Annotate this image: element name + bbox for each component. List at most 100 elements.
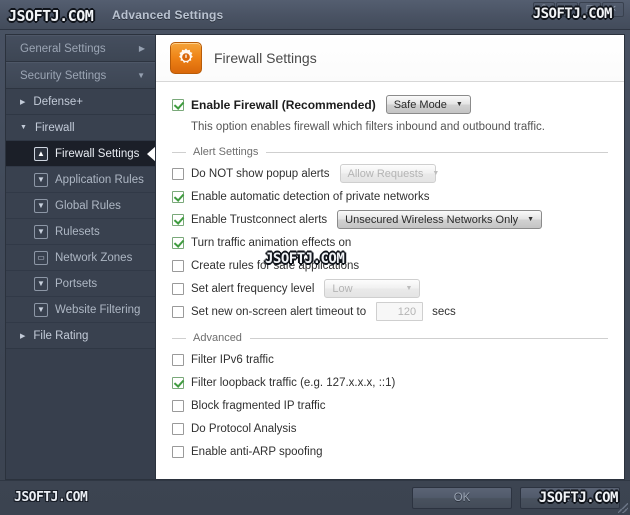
sidebar-item-label: Global Rules (55, 199, 121, 212)
chevron-right-icon: ▶ (20, 98, 26, 106)
filter-loopback-row: Filter loopback traffic (e.g. 127.x.x.x,… (156, 371, 624, 394)
create-rules-safe-apps-label: Create rules for safe applications (191, 259, 360, 272)
block-fragmented-ip-checkbox[interactable] (172, 399, 184, 412)
sidebar-group-firewall[interactable]: ▼ Firewall (6, 115, 155, 141)
separator-line (249, 337, 608, 339)
create-rules-safe-apps-checkbox[interactable] (172, 259, 184, 272)
auto-detect-private-networks-label: Enable automatic detection of private ne… (191, 190, 430, 203)
anti-arp-spoofing-label: Enable anti-ARP spoofing (191, 445, 323, 458)
chevron-down-icon: ▼ (432, 170, 440, 177)
filter-icon: ▼ (34, 224, 48, 239)
sidebar-item-label: Website Filtering (55, 303, 141, 316)
trustconnect-scope-dropdown[interactable]: Unsecured Wireless Networks Only ▼ (337, 210, 543, 229)
settings-panel: Firewall Settings Enable Firewall (Recom… (155, 34, 625, 480)
auto-detect-private-networks-checkbox[interactable] (172, 190, 184, 203)
block-fragmented-ip-label: Block fragmented IP traffic (191, 399, 326, 412)
block-fragmented-ip-row: Block fragmented IP traffic (156, 394, 624, 417)
maximize-button[interactable]: □ (579, 2, 601, 17)
sidebar-item-global-rules[interactable]: ▼ Global Rules (6, 193, 155, 219)
filter-ipv6-row: Filter IPv6 traffic (156, 348, 624, 371)
dialog-footer: OK Cancel (0, 480, 630, 515)
alert-frequency-row: Set alert frequency level Low ▼ (156, 277, 624, 300)
enable-firewall-row: Enable Firewall (Recommended) Safe Mode … (156, 92, 624, 117)
chevron-right-icon: ▶ (138, 44, 145, 53)
alert-settings-title: Alert Settings (193, 146, 259, 158)
chevron-down-icon: ▼ (455, 101, 463, 108)
firewall-mode-value: Safe Mode (393, 98, 447, 111)
enable-firewall-description: This option enables firewall which filte… (191, 121, 545, 133)
sidebar-section-label: Security Settings (20, 69, 107, 82)
sidebar-item-website-filtering[interactable]: ▼ Website Filtering (6, 297, 155, 323)
enable-firewall-label: Enable Firewall (Recommended) (191, 97, 376, 112)
resize-grip[interactable] (618, 503, 628, 513)
do-not-show-popup-alerts-checkbox[interactable] (172, 167, 184, 180)
alert-frequency-checkbox[interactable] (172, 282, 184, 295)
close-button[interactable]: × (602, 2, 624, 17)
shield-icon: ▲ (34, 146, 48, 161)
filter-ipv6-checkbox[interactable] (172, 353, 184, 366)
alert-timeout-input[interactable] (376, 302, 424, 321)
cancel-button[interactable]: Cancel (520, 487, 620, 509)
sidebar-item-application-rules[interactable]: ▼ Application Rules (6, 167, 155, 193)
sidebar-section-label: General Settings (20, 42, 106, 55)
filter-loopback-label: Filter loopback traffic (e.g. 127.x.x.x,… (191, 376, 396, 389)
panel-header: Firewall Settings (156, 35, 624, 82)
sidebar-section-general-settings[interactable]: General Settings ▶ (6, 35, 155, 62)
create-rules-safe-apps-row: Create rules for safe applications (156, 254, 624, 277)
panel-content: Enable Firewall (Recommended) Safe Mode … (156, 82, 624, 479)
advanced-settings-window: Advanced Settings ? – □ × General Settin… (0, 0, 630, 515)
protocol-analysis-checkbox[interactable] (172, 422, 184, 435)
sidebar-group-defense-plus[interactable]: ▶ Defense+ (6, 89, 155, 115)
traffic-animation-checkbox[interactable] (172, 236, 184, 249)
filter-icon: ▼ (34, 302, 48, 317)
filter-icon: ▼ (34, 172, 48, 187)
anti-arp-spoofing-checkbox[interactable] (172, 445, 184, 458)
sidebar-item-firewall-settings[interactable]: ▲ Firewall Settings (6, 141, 155, 167)
trustconnect-alerts-checkbox[interactable] (172, 213, 184, 226)
alert-timeout-unit: secs (432, 305, 456, 318)
sidebar-group-file-rating[interactable]: ▶ File Rating (6, 323, 155, 349)
chevron-down-icon: ▼ (527, 216, 535, 223)
trustconnect-alerts-label: Enable Trustconnect alerts (191, 213, 328, 226)
sidebar-item-label: Rulesets (55, 225, 100, 238)
enable-firewall-checkbox[interactable] (172, 98, 184, 111)
chevron-down-icon: ▼ (137, 71, 145, 80)
monitor-icon: ▼ (34, 198, 48, 213)
chevron-down-icon: ▼ (405, 285, 413, 292)
sidebar-item-label: Firewall Settings (55, 147, 140, 160)
sidebar-navigation: General Settings ▶ Security Settings ▼ ▶… (5, 34, 155, 480)
do-not-show-popup-alerts-row: Do NOT show popup alerts Allow Requests … (156, 162, 624, 185)
minimize-button[interactable]: – (556, 2, 578, 17)
sidebar-item-portsets[interactable]: ▼ Portsets (6, 271, 155, 297)
alert-timeout-checkbox[interactable] (172, 305, 184, 318)
alert-settings-separator: Alert Settings (156, 142, 624, 162)
sidebar-item-network-zones[interactable]: ▭ Network Zones (6, 245, 155, 271)
window-controls: ? – □ × (533, 2, 624, 17)
traffic-animation-row: Turn traffic animation effects on (156, 231, 624, 254)
help-button[interactable]: ? (533, 2, 555, 17)
alert-frequency-label: Set alert frequency level (191, 282, 315, 295)
ok-button[interactable]: OK (412, 487, 512, 509)
sidebar-item-label: Network Zones (55, 251, 133, 264)
filter-ipv6-label: Filter IPv6 traffic (191, 353, 274, 366)
protocol-analysis-row: Do Protocol Analysis (156, 417, 624, 440)
alert-frequency-value: Low (332, 282, 353, 295)
separator-dash (172, 151, 186, 153)
auto-detect-private-networks-row: Enable automatic detection of private ne… (156, 185, 624, 208)
alert-timeout-label: Set new on-screen alert timeout to (191, 305, 367, 318)
window-title: Advanced Settings (112, 7, 224, 22)
advanced-separator: Advanced (156, 328, 624, 348)
popup-alerts-action-dropdown[interactable]: Allow Requests ▼ (339, 164, 440, 183)
monitor-icon: ▭ (34, 250, 48, 265)
popup-alerts-action-value: Allow Requests (347, 167, 424, 180)
sidebar-group-label: File Rating (33, 329, 89, 342)
firewall-mode-dropdown[interactable]: Safe Mode ▼ (385, 95, 471, 114)
sidebar-section-security-settings[interactable]: Security Settings ▼ (6, 62, 155, 89)
traffic-animation-label: Turn traffic animation effects on (191, 236, 352, 249)
sidebar-item-rulesets[interactable]: ▼ Rulesets (6, 219, 155, 245)
filter-loopback-checkbox[interactable] (172, 376, 184, 389)
alert-timeout-row: Set new on-screen alert timeout to secs (156, 300, 624, 323)
alert-frequency-dropdown[interactable]: Low ▼ (324, 279, 421, 298)
title-bar: Advanced Settings ? – □ × (0, 0, 630, 30)
protocol-analysis-label: Do Protocol Analysis (191, 422, 297, 435)
